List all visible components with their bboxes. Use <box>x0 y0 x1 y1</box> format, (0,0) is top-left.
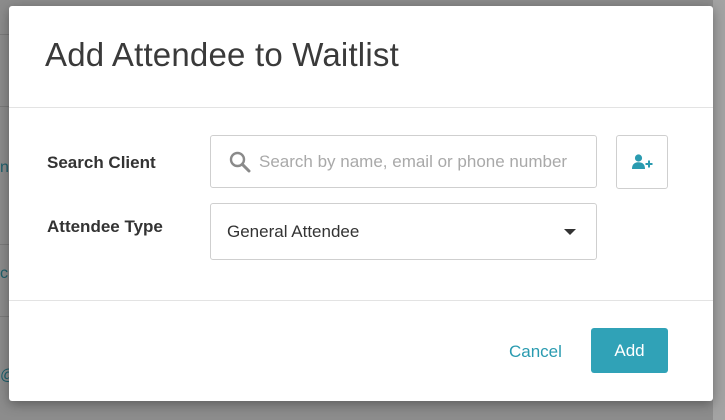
search-client-input[interactable] <box>259 136 589 187</box>
attendee-type-label: Attendee Type <box>47 217 163 236</box>
add-new-client-button[interactable] <box>616 135 668 189</box>
add-attendee-dialog: Add Attendee to Waitlist Search Client A… <box>9 6 713 401</box>
dialog-body: Search Client Attendee Type General Atte… <box>9 108 713 300</box>
search-client-field[interactable] <box>210 135 597 188</box>
add-user-icon <box>632 154 653 169</box>
cancel-button[interactable]: Cancel <box>509 342 562 362</box>
backdrop-text-fragment: c <box>0 265 8 282</box>
attendee-type-select[interactable]: General Attendee <box>210 203 597 260</box>
dialog-title: Add Attendee to Waitlist <box>45 36 399 73</box>
search-client-label: Search Client <box>47 153 156 172</box>
search-icon <box>229 151 251 173</box>
dialog-header: Add Attendee to Waitlist <box>9 6 713 108</box>
backdrop-right-panel <box>713 0 725 420</box>
add-button[interactable]: Add <box>591 328 668 373</box>
attendee-type-selected-value: General Attendee <box>227 222 360 241</box>
caret-down-icon <box>564 229 576 235</box>
dialog-footer: Cancel Add <box>9 300 713 402</box>
